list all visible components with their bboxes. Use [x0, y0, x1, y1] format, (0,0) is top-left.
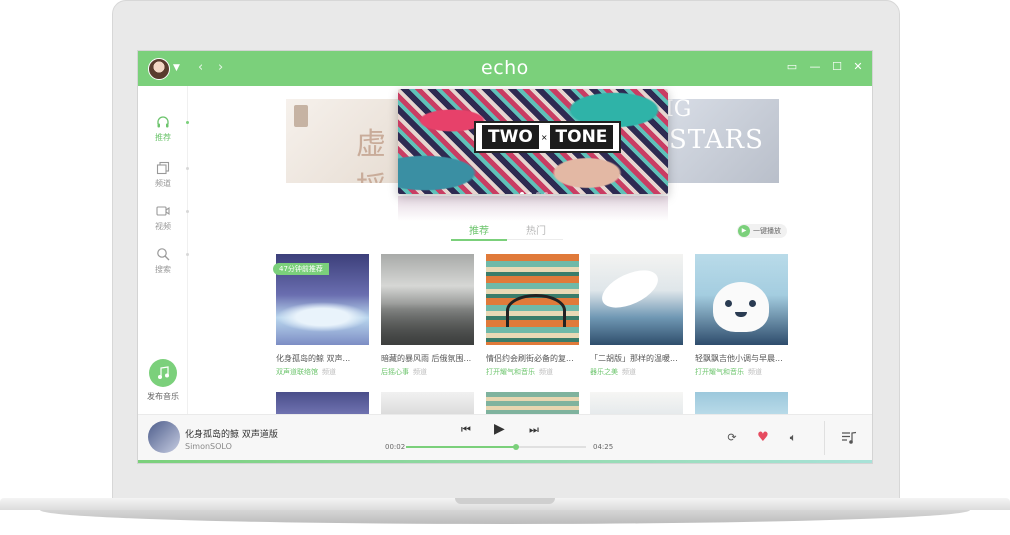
volume-icon[interactable]: 🔈︎: [786, 431, 800, 445]
card-cover[interactable]: [590, 392, 683, 414]
back-arrow-icon[interactable]: ‹: [198, 60, 203, 75]
next-track-icon[interactable]: ⏭: [529, 423, 539, 437]
now-playing-cover[interactable]: [148, 421, 180, 453]
tab-recommend[interactable]: 推荐: [469, 222, 489, 237]
video-icon: [156, 206, 170, 216]
publish-music-button[interactable]: [149, 359, 177, 387]
channel-card[interactable]: 轻飘飘吉他小调与早晨... 打开耀气和音乐 频道: [695, 254, 788, 377]
carousel-pager: [518, 181, 550, 194]
card-cover[interactable]: [695, 254, 788, 345]
pager-dot[interactable]: [528, 192, 532, 194]
user-avatar[interactable]: [148, 58, 170, 80]
card-channel-type: 频道: [413, 368, 427, 376]
play-icon[interactable]: ▶: [494, 421, 505, 437]
card-cover[interactable]: [590, 254, 683, 345]
play-mode-icon[interactable]: ⟳: [725, 431, 739, 445]
heart-icon[interactable]: ♥: [756, 431, 770, 445]
sidebar-item-label: 推荐: [155, 133, 171, 142]
play-icon: ▶: [738, 225, 750, 237]
total-time: 04:25: [593, 443, 614, 451]
previous-track-icon[interactable]: ⏮: [461, 423, 471, 437]
sidebar-item-label: 频道: [155, 179, 171, 188]
sidebar-item-label: 视频: [155, 222, 171, 231]
card-cover[interactable]: [486, 392, 579, 414]
forward-arrow-icon[interactable]: ›: [218, 60, 223, 75]
mini-mode-icon[interactable]: ▭: [785, 60, 799, 74]
card-cover[interactable]: [381, 254, 474, 345]
echo-app-window: ▼ ‹ › echo ▭ — ☐ ✕ 推荐 频道 视频 搜索 发布音乐 虚捋 I…: [138, 51, 872, 463]
channel-card[interactable]: 「二胡版」那样的温暖... 器乐之美 频道: [590, 254, 683, 377]
tab-hot[interactable]: 热门: [526, 222, 546, 237]
publish-label: 发布音乐: [147, 392, 179, 401]
banner-reflection: [398, 196, 668, 221]
card-channel-type: 频道: [748, 368, 762, 376]
close-icon[interactable]: ✕: [851, 60, 865, 74]
card-channel[interactable]: 后摇心事: [381, 368, 409, 376]
current-time: 00:02: [385, 443, 406, 451]
banner-right-text-2: STARS: [669, 125, 764, 155]
card-channel[interactable]: 器乐之美: [590, 368, 618, 376]
progress-knob[interactable]: [512, 444, 519, 450]
recommend-time-badge: 47分钟前推荐: [273, 263, 329, 275]
search-icon: [157, 248, 170, 261]
sidebar-item-channel[interactable]: 频道: [138, 161, 188, 189]
card-channel[interactable]: 打开耀气和音乐: [695, 368, 744, 376]
card-channel[interactable]: 双声道联络馆: [276, 368, 318, 376]
chevron-down-icon[interactable]: ▼: [173, 63, 180, 73]
headphones-icon: [157, 116, 169, 128]
pager-dot[interactable]: [544, 192, 548, 194]
progress-slider[interactable]: [406, 444, 586, 450]
sidebar-item-video[interactable]: 视频: [138, 204, 188, 232]
channel-card[interactable]: 暗藏的暴风雨 后俄氛围... 后摇心事 频道: [381, 254, 474, 377]
player-bar: 化身孤岛的鲸 双声道版 SimonSOLO ⏮ ▶ ⏭ 00:02 04:25 …: [138, 414, 872, 461]
card-channel-type: 频道: [322, 368, 336, 376]
card-cover[interactable]: [381, 392, 474, 414]
now-playing-artist[interactable]: SimonSOLO: [185, 442, 232, 451]
pager-dot[interactable]: [520, 192, 524, 194]
banner-slide-right[interactable]: IG STARS: [665, 99, 779, 183]
laptop-base: [0, 498, 1010, 528]
sidebar-item-recommend[interactable]: 推荐: [138, 115, 188, 143]
card-cover[interactable]: [276, 392, 369, 414]
minimize-icon[interactable]: —: [808, 60, 822, 74]
playlist-icon[interactable]: [841, 431, 857, 445]
app-logo: echo: [481, 57, 529, 79]
card-title[interactable]: 化身孤岛的鲸 双声...: [276, 353, 369, 364]
card-title[interactable]: 暗藏的暴风雨 后俄氛围...: [381, 353, 474, 364]
sidebar-item-label: 搜索: [155, 265, 171, 274]
card-channel-type: 频道: [622, 368, 636, 376]
card-channel[interactable]: 打开耀气和音乐: [486, 368, 535, 376]
play-all-button[interactable]: ▶ 一键播放: [737, 224, 787, 238]
maximize-icon[interactable]: ☐: [830, 60, 844, 74]
card-title[interactable]: 「二胡版」那样的温暖...: [590, 353, 683, 364]
card-cover[interactable]: [486, 254, 579, 345]
pager-dot[interactable]: [536, 192, 540, 194]
card-title[interactable]: 轻飘飘吉他小调与早晨...: [695, 353, 788, 364]
window-accent-strip: [138, 460, 872, 463]
title-bar: ▼ ‹ › echo ▭ — ☐ ✕: [138, 51, 872, 86]
banner-left-text: 虚捋: [356, 127, 386, 183]
channel-icon: [156, 161, 170, 175]
card-cover[interactable]: [695, 392, 788, 414]
now-playing-title[interactable]: 化身孤岛的鲸 双声道版: [185, 427, 278, 440]
banner-right-text-1: IG: [665, 99, 692, 122]
card-channel-type: 频道: [539, 368, 553, 376]
channel-card[interactable]: 情侣约会刷街必备的复... 打开耀气和音乐 频道: [486, 254, 579, 377]
music-note-icon: [158, 366, 169, 379]
banner-title: TWO × TONE: [474, 121, 622, 153]
sidebar-item-search[interactable]: 搜索: [138, 247, 188, 275]
banner-slide-left[interactable]: 虚捋: [286, 99, 400, 183]
banner-slide-main[interactable]: TWO × TONE: [398, 89, 668, 194]
card-title[interactable]: 情侣约会刷街必备的复...: [486, 353, 579, 364]
